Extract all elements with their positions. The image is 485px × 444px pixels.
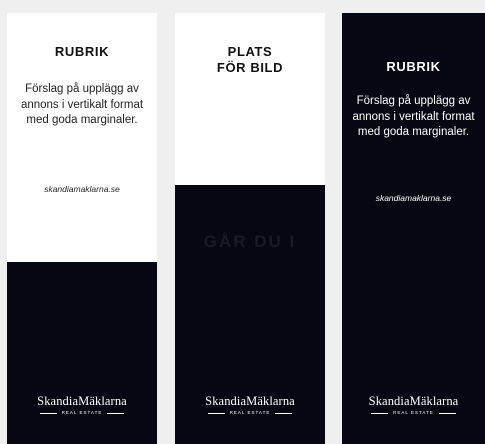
- logo-real-estate: REAL ESTATE: [229, 410, 271, 415]
- banner-body-text: Förslag på upplägg av annons i vertikalt…: [20, 83, 144, 126]
- logo-subline: REAL ESTATE: [175, 410, 325, 416]
- logo-rule-right: [275, 412, 293, 414]
- banner-image-placeholder: PLATS FÖR BILD GÅR DU I SkandiaMäklarna …: [175, 13, 325, 444]
- skandiamaklarna-logo: SkandiaMäklarna REAL ESTATE: [7, 394, 157, 416]
- logo-wordmark: SkandiaMäklarna: [205, 394, 295, 408]
- skandiamaklarna-logo: SkandiaMäklarna REAL ESTATE: [175, 394, 325, 416]
- dark-panel: [7, 262, 157, 444]
- banner-white-top-dark-bottom: RUBRIK Förslag på upplägg av annons i ve…: [7, 13, 157, 444]
- banner-website: skandiamaklarna.se: [375, 193, 452, 203]
- banner-heading: RUBRIK: [386, 59, 441, 74]
- skandiamaklarna-logo: SkandiaMäklarna REAL ESTATE: [342, 394, 485, 416]
- ad-layout-canvas: RUBRIK Förslag på upplägg av annons i ve…: [0, 0, 485, 444]
- logo-rule-right: [438, 412, 456, 414]
- logo-rule-left: [371, 412, 389, 414]
- banner-dark: RUBRIK Förslag på upplägg av annons i ve…: [342, 13, 485, 444]
- faded-tagline: GÅR DU I: [203, 232, 297, 251]
- logo-subline: REAL ESTATE: [342, 410, 485, 416]
- dark-panel: [342, 13, 485, 444]
- logo-wordmark: SkandiaMäklarna: [37, 394, 127, 408]
- logo-wordmark: SkandiaMäklarna: [368, 394, 459, 408]
- heading-line-2: FÖR BILD: [216, 60, 284, 75]
- banner-body-text: Förslag på upplägg av annons i vertikalt…: [352, 95, 475, 138]
- logo-rule-left: [39, 412, 57, 414]
- banner-website: skandiamaklarna.se: [44, 184, 120, 194]
- logo-rule-left: [207, 412, 225, 414]
- logo-rule-right: [107, 412, 125, 414]
- banner-heading: RUBRIK: [54, 44, 110, 59]
- logo-subline: REAL ESTATE: [7, 410, 157, 416]
- logo-real-estate: REAL ESTATE: [61, 410, 103, 415]
- image-placeholder-heading: PLATS FÖR BILD: [175, 44, 325, 76]
- image-placeholder-panel: [175, 13, 325, 185]
- logo-real-estate: REAL ESTATE: [393, 410, 434, 415]
- heading-line-1: PLATS: [227, 44, 273, 59]
